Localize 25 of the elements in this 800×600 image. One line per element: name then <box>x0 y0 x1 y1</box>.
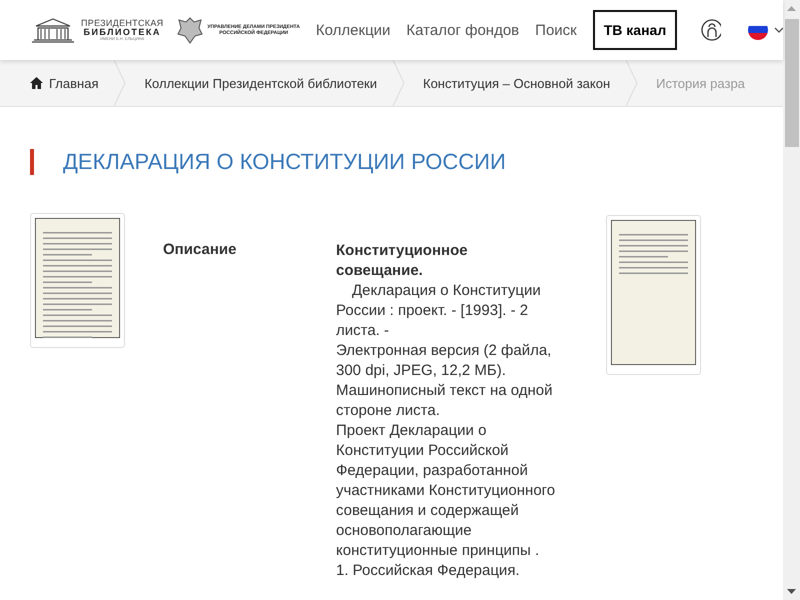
page-title: ДЕКЛАРАЦИЯ О КОНСТИТУЦИИ РОССИИ <box>63 149 506 175</box>
description-heading: Конституционное совещание. <box>336 241 469 281</box>
logo-text: ПРЕЗИДЕНТСКАЯ <box>81 19 164 28</box>
description-text: 1. Российская Федерация. <box>336 561 521 581</box>
library-building-icon <box>30 16 76 44</box>
scrollbar[interactable] <box>783 0 800 600</box>
nav-link[interactable]: Поиск <box>535 22 577 38</box>
field-label: Описание <box>163 241 238 258</box>
nav-link[interactable]: Коллекции <box>316 22 390 38</box>
description-text: Машинописный текст на одной стороне листа. <box>336 381 554 421</box>
scrollbar-thumb[interactable] <box>784 19 798 147</box>
description-text: Декларация о Конституции России : проект. - [1993]. - 2 листа. - <box>336 281 542 341</box>
breadcrumb-link[interactable]: Конституция – Основной закон <box>405 60 626 106</box>
tv-channel-button[interactable]: ТВ канал <box>592 10 678 50</box>
breadcrumb-link[interactable]: Коллекции Президентской библиотеки <box>126 60 393 106</box>
user-icon[interactable] <box>701 19 722 41</box>
home-icon <box>30 77 43 89</box>
logo-text: БИБЛИОТЕКА <box>83 28 161 37</box>
breadcrumb-link[interactable]: Главная <box>0 60 114 106</box>
document-scan-image[interactable] <box>35 218 120 338</box>
description-text: Проект Декларации о Конституции Российской Федерации, разработанной участниками Конституционного совещания и содержащей основополагающие конституционные принципы . <box>336 421 556 561</box>
document-scan-image[interactable] <box>611 220 696 365</box>
nav-link[interactable]: Каталог фондов <box>406 22 520 38</box>
description-text: Электронная версия (2 файла, 300 dpi, JPEG, 12,2 МБ). <box>336 341 552 381</box>
title-accent-bar <box>30 149 34 175</box>
